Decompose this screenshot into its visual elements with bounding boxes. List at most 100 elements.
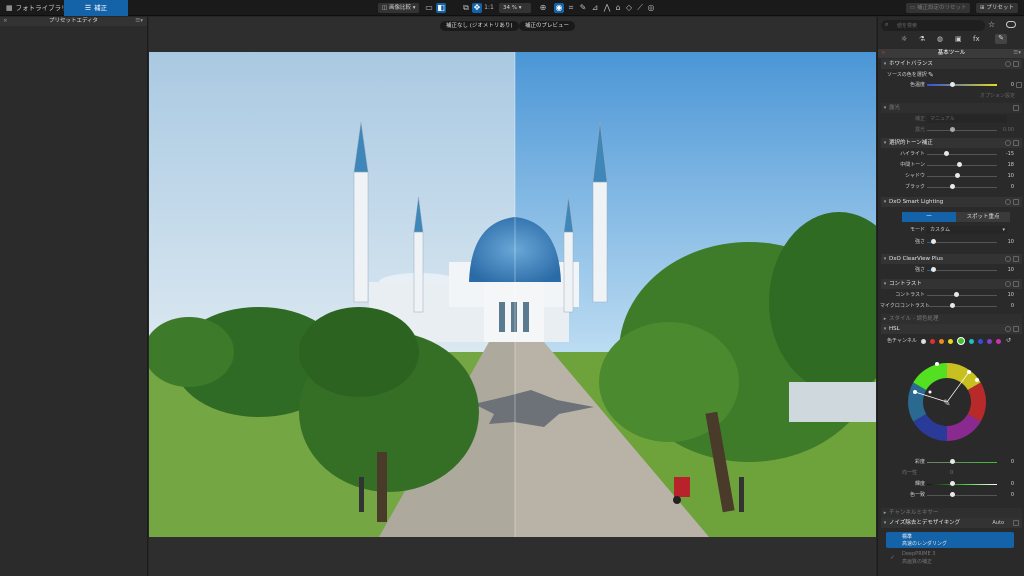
hsl-luminance-knob[interactable] (950, 481, 955, 486)
micro-contrast-value[interactable]: 0 (1000, 301, 1014, 311)
clearview-strength-slider[interactable] (927, 269, 997, 271)
reset-icon[interactable] (1005, 61, 1011, 67)
exposure-section[interactable]: ▾ 露光 (881, 103, 1022, 113)
hsl-section[interactable]: ▾ HSL (881, 324, 1022, 334)
actual-size-icon[interactable]: 1:1 (484, 3, 494, 13)
eyedropper-icon[interactable]: ✎ (578, 3, 588, 13)
shadows-value[interactable]: 10 (1000, 171, 1014, 181)
micro-contrast-slider[interactable] (927, 305, 997, 307)
temperature-knob[interactable] (950, 82, 955, 87)
denoise-option-standard[interactable]: 標準 高速のレンダリング (886, 532, 1014, 548)
toggle-icon[interactable] (1006, 21, 1016, 28)
close-icon[interactable]: × (881, 49, 886, 58)
panel-menu-icon[interactable]: ☰▾ (1013, 49, 1021, 58)
hsl-color-wheel[interactable]: ✎ (907, 362, 987, 442)
blacks-knob[interactable] (950, 184, 955, 189)
toggle-icon[interactable] (1013, 199, 1019, 205)
reset-icon[interactable] (1016, 82, 1022, 88)
split-view-icon[interactable]: ◧ (436, 3, 446, 13)
tab-customize[interactable]: ☰ 補正 (64, 0, 128, 16)
reset-icon[interactable] (1005, 140, 1011, 146)
hsl-harmony-value[interactable]: 0 (1000, 490, 1014, 500)
local-adjust-icon[interactable]: ◇ (624, 3, 634, 13)
move-icon[interactable]: ✥ (472, 3, 482, 13)
denoise-option-deepprime[interactable]: ✓ DeepPRIME 3 高画質の補正 (886, 550, 1014, 566)
smart-lighting-strength-slider[interactable] (927, 241, 997, 243)
toggle-icon[interactable] (1013, 520, 1019, 526)
preset-button[interactable]: ⊞ プリセット (976, 3, 1018, 13)
star-icon[interactable]: ☆ (988, 20, 995, 29)
clearview-section[interactable]: ▾ DxO ClearView Plus (881, 254, 1022, 264)
eye-icon[interactable]: ◎ (646, 3, 656, 13)
exposure-value[interactable]: 0.00 (1000, 125, 1014, 135)
reset-icon[interactable] (1005, 199, 1011, 205)
micro-contrast-knob[interactable] (950, 303, 955, 308)
midtones-slider[interactable] (927, 164, 997, 166)
clearview-strength-knob[interactable] (931, 267, 936, 272)
toggle-icon[interactable] (1013, 281, 1019, 287)
hsl-saturation-knob[interactable] (950, 459, 955, 464)
channel-magenta-swatch[interactable] (996, 339, 1001, 344)
horizon-icon[interactable]: ⊿ (590, 3, 600, 13)
contrast-knob[interactable] (954, 292, 959, 297)
midtones-value[interactable]: 18 (1000, 160, 1014, 170)
shadows-knob[interactable] (955, 173, 960, 178)
photo-preview[interactable] (149, 52, 876, 537)
hsl-saturation-slider[interactable] (927, 461, 997, 463)
fx-icon[interactable]: fx (973, 35, 980, 43)
channel-mixer-section[interactable]: ▸ チャンネルミキサー (881, 508, 1022, 518)
reset-icon[interactable] (1005, 256, 1011, 262)
brush-tool-icon[interactable]: ✎ (995, 34, 1007, 44)
shadows-slider[interactable] (927, 175, 997, 177)
exposure-mode-select[interactable]: マニュアル (927, 115, 1007, 123)
reset-corrections-button[interactable]: ▭ 補正設定のリセット (906, 3, 971, 13)
crop-icon[interactable]: ⌗ (566, 3, 576, 13)
geometry-icon[interactable]: ▣ (955, 35, 962, 43)
highlights-knob[interactable] (944, 151, 949, 156)
smart-lighting-mode-select[interactable]: カスタム ▾ (927, 226, 1007, 234)
hsl-luminance-slider[interactable] (927, 483, 997, 485)
temperature-slider[interactable] (927, 84, 997, 86)
sun-icon[interactable]: ☼ (901, 35, 907, 43)
hsl-harmony-slider[interactable] (927, 494, 997, 496)
hsl-uniformity-value[interactable]: 0 (950, 468, 953, 478)
highlights-slider[interactable] (927, 153, 997, 155)
channel-blue-swatch[interactable] (978, 339, 983, 344)
toggle-icon[interactable] (1013, 105, 1019, 111)
denoise-section[interactable]: ▾ ノイズ除去とデモザイキング Auto (881, 518, 1022, 528)
hsl-saturation-value[interactable]: 0 (1000, 457, 1014, 467)
single-view-icon[interactable]: ▭ (424, 3, 434, 13)
detail-icon[interactable]: ◍ (937, 35, 943, 43)
zoom-level-select[interactable]: 34 % ▾ (499, 3, 531, 13)
white-balance-section[interactable]: ▾ ホワイトバランス (881, 59, 1022, 69)
compare-button[interactable]: ◫ 画像比較 ▾ (378, 3, 420, 13)
wb-note[interactable]: オプション設定 (980, 91, 1015, 101)
channel-purple-swatch[interactable] (987, 339, 992, 344)
fit-icon[interactable]: ⧉ (461, 3, 471, 13)
channel-orange-swatch[interactable] (939, 339, 944, 344)
repair-icon[interactable]: ⌂ (613, 3, 623, 13)
blacks-value[interactable]: 0 (1000, 182, 1014, 192)
channel-cyan-swatch[interactable] (969, 339, 974, 344)
eyedropper-icon[interactable]: ✎ (928, 71, 934, 79)
toggle-icon[interactable] (1013, 256, 1019, 262)
exposure-knob[interactable] (950, 127, 955, 132)
temperature-value[interactable]: 0 (1000, 80, 1014, 90)
adjust-icon[interactable]: ◉ (554, 3, 564, 13)
contrast-section[interactable]: ▾ コントラスト (881, 279, 1022, 289)
blacks-slider[interactable] (927, 186, 997, 188)
smart-lighting-strength-value[interactable]: 10 (1000, 237, 1014, 247)
style-section[interactable]: ▸ スタイル - 調色処理 (881, 314, 1022, 324)
midtones-knob[interactable] (957, 162, 962, 167)
perspective-icon[interactable]: ⋀ (602, 3, 612, 13)
channel-all-swatch[interactable] (921, 339, 926, 344)
search-field[interactable]: ⌕ 値を検索 (881, 20, 985, 31)
channel-yellow-swatch[interactable] (948, 339, 953, 344)
selective-tone-section[interactable]: ▾ 選択的トーン補正 (881, 138, 1022, 148)
panel-menu-icon[interactable]: ☰▾ (135, 17, 143, 26)
hsl-harmony-knob[interactable] (950, 492, 955, 497)
toggle-icon[interactable] (1013, 140, 1019, 146)
smart-lighting-tab-uniform[interactable]: 一 (902, 212, 956, 222)
reset-icon[interactable] (1005, 281, 1011, 287)
brush-icon[interactable]: ⟋ (635, 3, 645, 13)
